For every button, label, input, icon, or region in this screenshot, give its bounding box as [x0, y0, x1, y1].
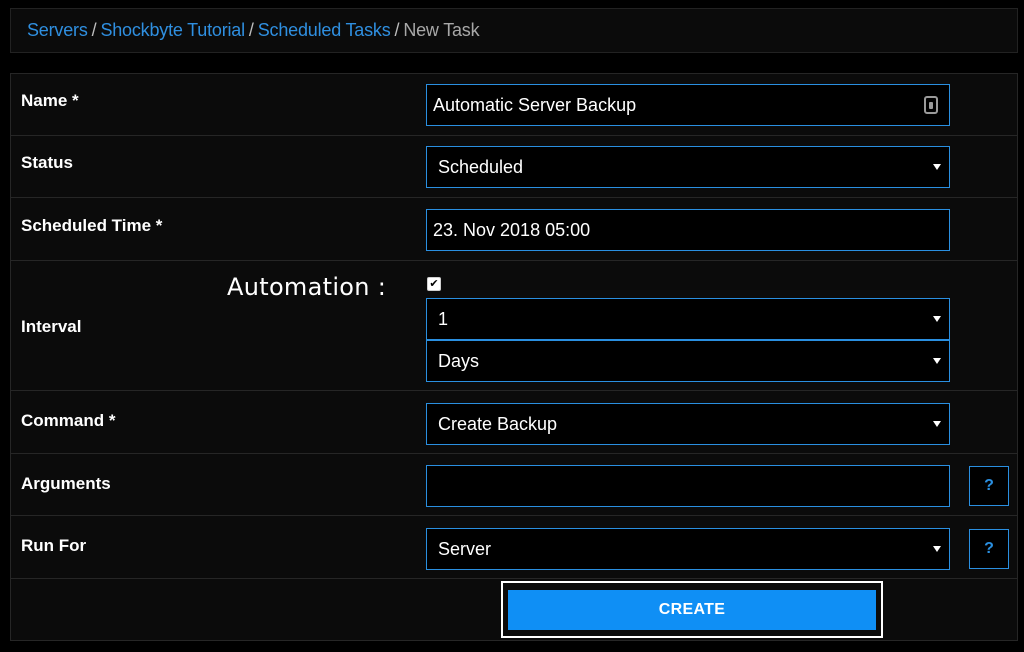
command-select[interactable]: Create Backup [426, 403, 950, 445]
question-icon: ? [984, 540, 994, 557]
breadcrumb-separator: / [91, 20, 97, 40]
form-row-arguments: Arguments ? [11, 454, 1017, 516]
interval-enabled-checkbox[interactable]: ✔ [427, 277, 441, 291]
breadcrumb-server[interactable]: Shockbyte Tutorial [100, 20, 245, 41]
interval-unit-value: Days [438, 350, 480, 371]
status-label: Status [21, 153, 73, 172]
run-for-value: Server [438, 538, 492, 559]
caret-down-icon [933, 421, 941, 427]
interval-label: Interval [21, 317, 82, 336]
form-row-name: Name * Automatic Server Backup [11, 74, 1017, 136]
password-manager-icon[interactable] [924, 96, 938, 114]
arguments-label: Arguments [21, 474, 111, 493]
caret-down-icon [933, 316, 941, 322]
breadcrumb-scheduled-tasks[interactable]: Scheduled Tasks [258, 20, 391, 41]
scheduled-time-value: 23. Nov 2018 05:00 [433, 219, 591, 240]
interval-unit-select[interactable]: Days [426, 340, 950, 382]
breadcrumb-servers[interactable]: Servers [27, 20, 88, 41]
run-for-select[interactable]: Server [426, 528, 950, 570]
caret-down-icon [933, 546, 941, 552]
interval-amount-select[interactable]: 1 [426, 298, 950, 340]
run-for-help-button[interactable]: ? [969, 529, 1009, 569]
scheduled-time-label: Scheduled Time * [21, 216, 163, 235]
caret-down-icon [933, 358, 941, 364]
question-icon: ? [984, 477, 994, 494]
command-label: Command * [21, 411, 116, 430]
name-value: Automatic Server Backup [433, 94, 637, 115]
breadcrumb-separator: / [248, 20, 254, 40]
status-value: Scheduled [438, 156, 524, 177]
form-row-scheduled-time: Scheduled Time * 23. Nov 2018 05:00 [11, 198, 1017, 261]
breadcrumb-separator: / [394, 20, 400, 40]
name-label: Name * [21, 91, 79, 110]
breadcrumb: Servers / Shockbyte Tutorial / Scheduled… [10, 8, 1018, 53]
run-for-label: Run For [21, 536, 87, 555]
checkbox-check-icon: ✔ [429, 277, 439, 290]
automation-annotation: Automation : [227, 273, 387, 301]
form-row-run-for: Run For Server ? [11, 516, 1017, 579]
caret-down-icon [933, 164, 941, 170]
form-row-status: Status Scheduled [11, 136, 1017, 198]
name-input[interactable]: Automatic Server Backup [426, 84, 950, 126]
command-value: Create Backup [438, 413, 558, 434]
interval-amount-value: 1 [438, 308, 449, 329]
arguments-help-button[interactable]: ? [969, 466, 1009, 506]
create-button[interactable]: CREATE [508, 589, 876, 630]
breadcrumb-current: New Task [403, 20, 480, 40]
form-row-command: Command * Create Backup [11, 391, 1017, 454]
arguments-input[interactable] [426, 465, 950, 507]
create-button-frame: CREATE [501, 581, 883, 638]
new-task-form: Name * Automatic Server Backup Status Sc… [10, 73, 1018, 641]
scheduled-time-input[interactable]: 23. Nov 2018 05:00 [426, 209, 950, 251]
status-select[interactable]: Scheduled [426, 146, 950, 188]
